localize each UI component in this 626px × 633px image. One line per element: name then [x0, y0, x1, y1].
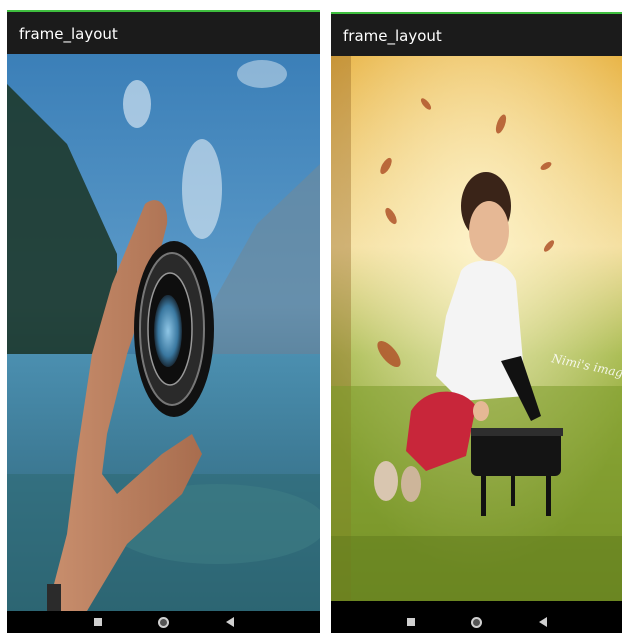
child-piano-photo: Nimi's images [331, 56, 622, 601]
back-button[interactable] [534, 613, 552, 631]
circle-icon [158, 616, 169, 628]
phone-screen-right: frame_layout Nimi's images [331, 12, 622, 633]
square-icon [93, 618, 102, 626]
triangle-icon [538, 617, 547, 627]
home-button[interactable] [468, 613, 486, 631]
triangle-icon [225, 617, 234, 627]
phone-screen-left: frame_layout [7, 10, 320, 633]
image-frame: Nimi's images [331, 56, 622, 601]
app-title: frame_layout [343, 27, 442, 45]
navigation-bar [7, 611, 320, 633]
navigation-bar [331, 611, 622, 633]
app-bar: frame_layout [7, 12, 320, 54]
lens-photo [7, 54, 320, 611]
image-frame [7, 54, 320, 611]
circle-icon [471, 616, 482, 628]
square-icon [406, 618, 415, 626]
home-button[interactable] [155, 613, 173, 631]
back-button[interactable] [221, 613, 239, 631]
recents-button[interactable] [402, 613, 420, 631]
app-bar: frame_layout [331, 14, 622, 56]
app-title: frame_layout [19, 25, 118, 43]
recents-button[interactable] [89, 613, 107, 631]
